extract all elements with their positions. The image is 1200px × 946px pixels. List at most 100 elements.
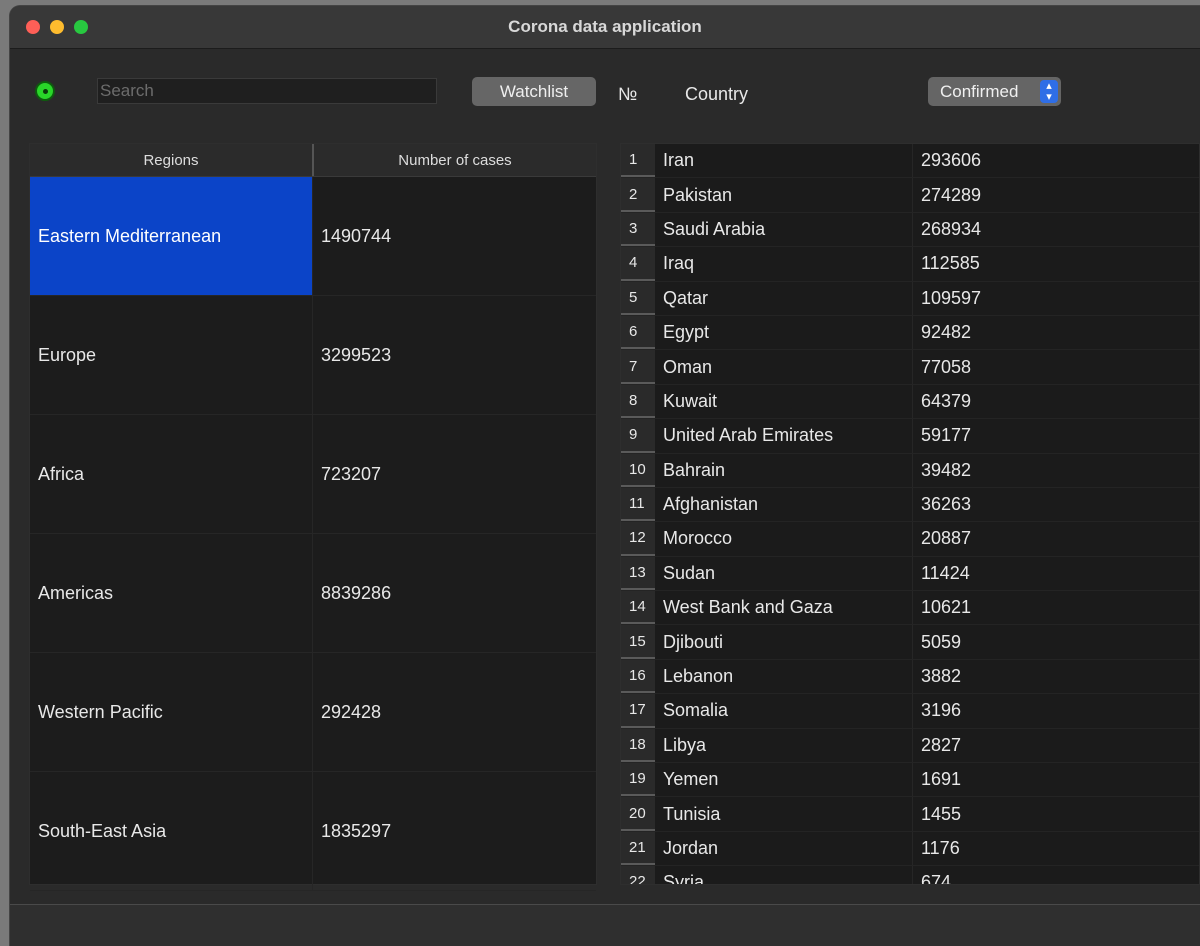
row-number-cell: 8 bbox=[621, 384, 655, 419]
table-row[interactable]: Eastern Mediterranean 1490744 bbox=[30, 177, 596, 296]
country-name-cell: Yemen bbox=[655, 763, 913, 797]
row-number-cell: 7 bbox=[621, 350, 655, 384]
table-row[interactable]: 2 Pakistan 274289 bbox=[621, 178, 1199, 213]
row-number-cell: 10 bbox=[621, 453, 655, 487]
region-cases-cell: 3299523 bbox=[321, 344, 392, 365]
country-value-cell: 11424 bbox=[921, 562, 970, 583]
table-row[interactable]: 9 United Arab Emirates 59177 bbox=[621, 419, 1199, 454]
country-name-cell: Kuwait bbox=[655, 384, 913, 419]
table-row[interactable]: 5 Qatar 109597 bbox=[621, 281, 1199, 316]
metric-select-value: Confirmed bbox=[940, 81, 1019, 101]
country-value-cell: 268934 bbox=[921, 218, 982, 239]
region-name-cell: Western Pacific bbox=[30, 653, 313, 771]
country-name-cell: Qatar bbox=[655, 281, 913, 315]
table-row[interactable]: 3 Saudi Arabia 268934 bbox=[621, 212, 1199, 248]
title-bar: Corona data application bbox=[10, 6, 1200, 49]
country-value-cell: 20887 bbox=[921, 528, 972, 549]
country-value-cell: 1455 bbox=[921, 803, 962, 824]
table-row[interactable]: Americas 8839286 bbox=[30, 534, 596, 653]
table-row[interactable]: Western Pacific 292428 bbox=[30, 653, 596, 772]
regions-column-header[interactable]: Regions bbox=[30, 144, 314, 176]
table-row[interactable]: South-East Asia 1835297 bbox=[30, 772, 596, 891]
table-row[interactable]: 13 Sudan 11424 bbox=[621, 556, 1199, 592]
window-title: Corona data application bbox=[508, 17, 702, 36]
number-column-header: № bbox=[618, 84, 638, 104]
country-name-cell: Iraq bbox=[655, 247, 913, 281]
country-value-cell: 3196 bbox=[921, 700, 962, 721]
country-name-cell: Lebanon bbox=[655, 659, 913, 694]
row-number-cell: 4 bbox=[621, 247, 655, 281]
row-number-cell: 20 bbox=[621, 797, 655, 831]
table-row[interactable]: 19 Yemen 1691 bbox=[621, 763, 1199, 798]
country-name-cell: Afghanistan bbox=[655, 487, 913, 522]
table-row[interactable]: 12 Morocco 20887 bbox=[621, 522, 1199, 557]
country-name-cell: United Arab Emirates bbox=[655, 419, 913, 453]
app-window: Corona data application Watchlist № Coun… bbox=[10, 6, 1200, 946]
row-number-cell: 19 bbox=[621, 763, 655, 797]
row-number-cell: 17 bbox=[621, 694, 655, 728]
table-row[interactable]: 16 Lebanon 3882 bbox=[621, 659, 1199, 695]
table-row[interactable]: Europe 3299523 bbox=[30, 296, 596, 415]
country-column-header: Country bbox=[685, 84, 749, 104]
metric-select[interactable]: Confirmed ▴ ▾ bbox=[928, 77, 1061, 106]
table-row[interactable]: 7 Oman 77058 bbox=[621, 350, 1199, 385]
country-value-cell: 5059 bbox=[921, 631, 962, 652]
country-name-cell: Somalia bbox=[655, 694, 913, 728]
country-value-cell: 674 bbox=[921, 872, 952, 885]
table-row[interactable]: 21 Jordan 1176 bbox=[621, 831, 1199, 867]
watchlist-button[interactable]: Watchlist bbox=[472, 77, 596, 106]
region-name-cell: Americas bbox=[30, 534, 313, 652]
row-number-cell: 2 bbox=[621, 178, 655, 212]
row-number-cell: 1 bbox=[621, 144, 655, 178]
country-value-cell: 92482 bbox=[921, 322, 972, 343]
country-name-cell: Sudan bbox=[655, 556, 913, 591]
table-row[interactable]: 4 Iraq 112585 bbox=[621, 247, 1199, 282]
search-input[interactable] bbox=[97, 78, 437, 104]
table-row[interactable]: 1 Iran 293606 bbox=[621, 144, 1199, 179]
table-row[interactable]: 20 Tunisia 1455 bbox=[621, 797, 1199, 832]
chevron-up-down-icon: ▴ ▾ bbox=[1040, 80, 1058, 103]
country-value-cell: 274289 bbox=[921, 184, 982, 205]
country-name-cell: Egypt bbox=[655, 315, 913, 350]
row-number-cell: 11 bbox=[621, 487, 655, 522]
table-row[interactable]: 14 West Bank and Gaza 10621 bbox=[621, 591, 1199, 626]
country-value-cell: 39482 bbox=[921, 459, 972, 480]
country-value-cell: 3882 bbox=[921, 666, 962, 687]
country-name-cell: Tunisia bbox=[655, 797, 913, 831]
table-row[interactable]: 17 Somalia 3196 bbox=[621, 694, 1199, 729]
country-name-cell: Saudi Arabia bbox=[655, 212, 913, 247]
table-row[interactable]: 18 Libya 2827 bbox=[621, 728, 1199, 764]
region-name-cell: Eastern Mediterranean bbox=[30, 177, 313, 295]
table-row[interactable]: 6 Egypt 92482 bbox=[621, 315, 1199, 351]
country-value-cell: 1691 bbox=[921, 769, 962, 790]
region-cases-cell: 723207 bbox=[321, 463, 382, 484]
cases-column-header[interactable]: Number of cases bbox=[314, 144, 596, 176]
row-number-cell: 21 bbox=[621, 831, 655, 866]
status-indicator-icon bbox=[35, 81, 55, 101]
country-value-cell: 10621 bbox=[921, 597, 972, 618]
table-row[interactable]: 8 Kuwait 64379 bbox=[621, 384, 1199, 420]
country-value-cell: 36263 bbox=[921, 494, 972, 515]
country-value-cell: 112585 bbox=[921, 253, 980, 274]
table-row[interactable]: 10 Bahrain 39482 bbox=[621, 453, 1199, 488]
country-name-cell: West Bank and Gaza bbox=[655, 591, 913, 625]
country-name-cell: Libya bbox=[655, 728, 913, 763]
row-number-cell: 14 bbox=[621, 591, 655, 625]
region-name-cell: Africa bbox=[30, 415, 313, 533]
country-name-cell: Jordan bbox=[655, 831, 913, 866]
country-name-cell: Oman bbox=[655, 350, 913, 384]
country-value-cell: 293606 bbox=[921, 150, 982, 171]
table-row[interactable]: 22 Syria 674 bbox=[621, 866, 1199, 885]
country-value-cell: 77058 bbox=[921, 356, 972, 377]
country-value-cell: 64379 bbox=[921, 390, 972, 411]
row-number-cell: 15 bbox=[621, 625, 655, 659]
country-value-cell: 109597 bbox=[921, 287, 982, 308]
country-value-cell: 1176 bbox=[921, 838, 960, 858]
table-row[interactable]: Africa 723207 bbox=[30, 415, 596, 534]
country-name-cell: Iran bbox=[655, 144, 913, 178]
row-number-cell: 9 bbox=[621, 419, 655, 453]
region-cases-cell: 1835297 bbox=[321, 820, 392, 841]
table-row[interactable]: 11 Afghanistan 36263 bbox=[621, 487, 1199, 523]
region-cases-cell: 292428 bbox=[321, 701, 382, 722]
table-row[interactable]: 15 Djibouti 5059 bbox=[621, 625, 1199, 660]
